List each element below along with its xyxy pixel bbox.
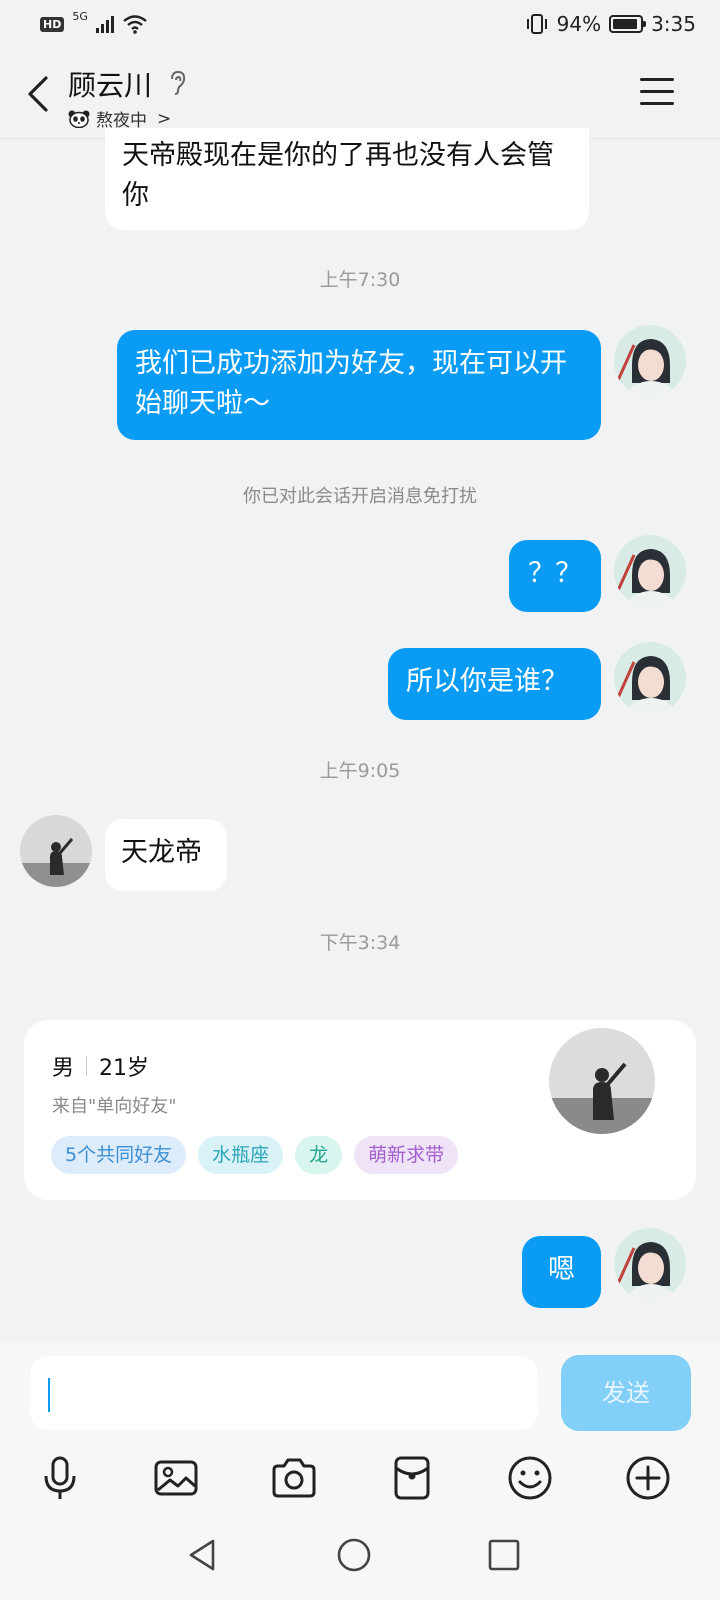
timestamp: 上午7:30 bbox=[319, 269, 401, 291]
menu-icon[interactable] bbox=[640, 78, 674, 108]
nav-back-icon[interactable] bbox=[183, 1535, 223, 1575]
message-incoming[interactable]: 天帝殿现在是你的了再也没有人会管你 bbox=[105, 128, 589, 230]
my-avatar[interactable] bbox=[614, 325, 686, 397]
message-outgoing[interactable]: 所以你是谁？ bbox=[388, 648, 601, 720]
status-bar: HD 5G 94% 3:35 bbox=[0, 0, 720, 50]
network-label: 5G bbox=[72, 9, 88, 23]
my-avatar[interactable] bbox=[614, 642, 686, 714]
contact-avatar[interactable] bbox=[20, 815, 92, 887]
chat-header: 顾云川 熬夜中 > bbox=[0, 50, 720, 139]
message-outgoing[interactable]: 我们已成功添加为好友，现在可以开始聊天啦～ bbox=[117, 330, 601, 440]
nav-home-icon[interactable] bbox=[334, 1535, 374, 1575]
my-avatar[interactable] bbox=[614, 1228, 686, 1300]
wifi-icon bbox=[123, 15, 147, 34]
timestamp: 上午9:05 bbox=[319, 760, 401, 782]
vibrate-icon bbox=[526, 14, 547, 34]
image-icon[interactable] bbox=[152, 1454, 200, 1502]
tag-zodiac[interactable]: 水瓶座 bbox=[198, 1136, 284, 1174]
status-left: HD 5G bbox=[40, 10, 148, 34]
camera-icon[interactable] bbox=[270, 1454, 318, 1502]
message-incoming[interactable]: 天龙帝 bbox=[105, 819, 227, 891]
emoji-icon[interactable] bbox=[506, 1454, 554, 1502]
hd-badge: HD bbox=[40, 16, 65, 32]
age-label: 21岁 bbox=[99, 1056, 150, 1081]
text-cursor bbox=[48, 1378, 50, 1412]
card-avatar[interactable] bbox=[549, 1028, 655, 1134]
contact-name[interactable]: 顾云川 bbox=[68, 64, 152, 104]
source-label: 来自"单向好友" bbox=[52, 1096, 177, 1117]
status-right: 94% 3:35 bbox=[525, 12, 696, 36]
my-avatar[interactable] bbox=[614, 535, 686, 607]
message-outgoing[interactable]: 嗯 bbox=[522, 1236, 601, 1308]
ear-icon[interactable] bbox=[168, 70, 188, 96]
plus-icon[interactable] bbox=[624, 1454, 672, 1502]
send-button[interactable]: 发送 bbox=[561, 1355, 691, 1431]
profile-basic: 男 21岁 bbox=[52, 1050, 149, 1082]
signal-icon bbox=[95, 15, 114, 33]
gender-label: 男 bbox=[52, 1056, 75, 1081]
battery-icon bbox=[609, 15, 647, 33]
battery-percent: 94% bbox=[556, 12, 602, 36]
timestamp: 下午3:34 bbox=[319, 932, 401, 954]
tag-list: 5个共同好友 水瓶座 龙 萌新求带 bbox=[51, 1136, 459, 1174]
tag-mutual-friends[interactable]: 5个共同好友 bbox=[51, 1136, 187, 1174]
microphone-icon[interactable] bbox=[36, 1454, 84, 1502]
message-outgoing[interactable]: ？？ bbox=[509, 540, 601, 612]
red-packet-icon[interactable] bbox=[388, 1454, 436, 1502]
system-notice: 你已对此会话开启消息免打扰 bbox=[243, 486, 477, 507]
divider bbox=[86, 1056, 88, 1076]
profile-card[interactable]: 男 21岁 来自"单向好友" 5个共同好友 水瓶座 龙 萌新求带 bbox=[24, 1020, 696, 1200]
tag-interest[interactable]: 萌新求带 bbox=[354, 1136, 459, 1174]
panda-icon bbox=[68, 110, 90, 128]
message-input[interactable] bbox=[30, 1356, 538, 1430]
clock: 3:35 bbox=[651, 12, 696, 36]
tag-chinese-zodiac[interactable]: 龙 bbox=[295, 1136, 343, 1174]
back-arrow-icon[interactable] bbox=[22, 72, 56, 116]
chevron-right-icon: > bbox=[157, 108, 172, 129]
nav-recents-icon[interactable] bbox=[484, 1535, 524, 1575]
